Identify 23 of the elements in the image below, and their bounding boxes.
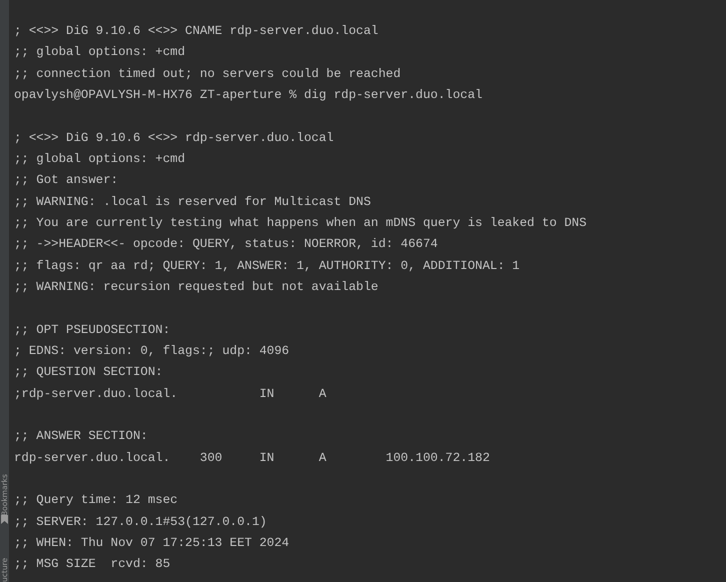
terminal-line: ;; WARNING: .local is reserved for Multicast DNS bbox=[14, 194, 371, 211]
terminal-line: ;; WHEN: Thu Nov 07 17:25:13 EET 2024 bbox=[14, 534, 290, 552]
terminal-line: ;; WARNING: recursion requested but not available bbox=[14, 278, 378, 296]
terminal-line: ;; ->>HEADER<<- opcode: QUERY, status: NOERROR, id: 46674 bbox=[14, 236, 438, 254]
terminal-line: ;; connection timed out; no servers could be reached bbox=[14, 66, 401, 83]
terminal-line: ;; MSG SIZE rcvd: 85 bbox=[14, 556, 170, 574]
bookmark-icon[interactable] bbox=[1, 515, 8, 524]
terminal-line: ;; SERVER: 127.0.0.1#53(127.0.0.1) bbox=[14, 514, 267, 531]
terminal-line: ;rdp-server.duo.local. IN A bbox=[14, 386, 326, 403]
terminal-line: ;; global options: +cmd bbox=[14, 150, 186, 168]
terminal-line: rdp-server.duo.local. 300 IN A 100.100.72.182 bbox=[14, 450, 490, 467]
terminal-line: ;; Query time: 12 msec bbox=[14, 492, 178, 510]
terminal-line: ; EDNS: version: 0, flags:; udp: 4096 bbox=[14, 342, 290, 360]
terminal-line: ; <<>> DiG 9.10.6 <<>> rdp-server.duo.local bbox=[14, 130, 334, 147]
terminal-line: ;; OPT PSEUDOSECTION: bbox=[14, 322, 170, 339]
terminal-line: ;; flags: qr aa rd; QUERY: 1, ANSWER: 1, AUTHORITY: 0, ADDITIONAL: 1 bbox=[14, 258, 520, 275]
terminal-line: ;; ANSWER SECTION: bbox=[14, 428, 148, 446]
terminal-line: ;; global options: +cmd bbox=[14, 44, 186, 62]
terminal-line: ; <<>> DiG 9.10.6 <<>> CNAME rdp-server.duo.local bbox=[14, 23, 378, 40]
terminal-line: opavlysh@OPAVLYSH-M-HX76 ZT-aperture % dig rdp-server.duo.local bbox=[14, 86, 482, 104]
terminal-line: ;; You are currently testing what happens when an mDNS query is leaked to DNS bbox=[14, 214, 587, 232]
terminal-line: ;; Got answer: bbox=[14, 172, 118, 190]
terminal-line: ;; QUESTION SECTION: bbox=[14, 364, 163, 382]
